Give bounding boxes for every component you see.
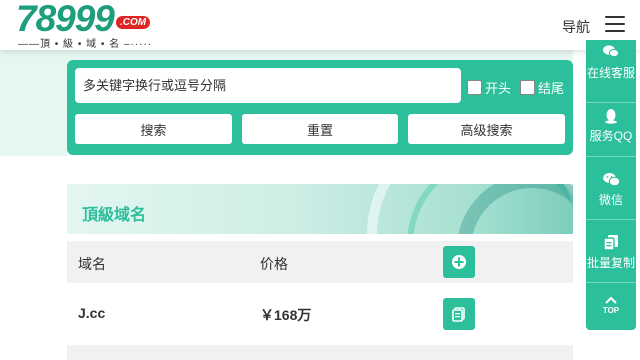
sidebar-item-label: 微信: [598, 193, 623, 207]
sidebar-item-service-qq[interactable]: 服务QQ: [586, 94, 636, 157]
column-header-price: 价格: [260, 256, 288, 272]
advanced-search-button[interactable]: 高级搜索: [408, 114, 565, 144]
table-row: [67, 345, 573, 360]
site-header: 78999 .COM ——頂 • 級 • 域 • 名 –····· 导航: [0, 0, 640, 50]
checkbox-starts-with-label: 开头: [485, 81, 512, 96]
plus-circle-icon: [452, 255, 466, 269]
sidebar-item-bulk-copy[interactable]: 批量复制: [586, 220, 636, 283]
site-logo[interactable]: 78999 .COM ——頂 • 級 • 域 • 名 –·····: [16, 0, 161, 50]
sidebar-item-label: 批量复制: [586, 256, 635, 270]
sidebar-item-label: 在线客服: [586, 66, 635, 80]
copy-icon: [603, 235, 618, 251]
chat-bubble-icon: [603, 45, 619, 58]
checkbox-starts-with-box[interactable]: [467, 80, 482, 95]
logo-tagline: ——頂 • 級 • 域 • 名 –·····: [18, 39, 153, 50]
hamburger-menu-icon[interactable]: [605, 16, 625, 33]
table-header: 域名 价格: [67, 241, 573, 283]
sidebar-item-wechat[interactable]: 微信: [586, 157, 636, 220]
sidebar-item-label: 服务QQ: [589, 129, 633, 143]
copy-icon: [452, 307, 465, 322]
checkbox-starts-with[interactable]: 开头: [467, 78, 511, 97]
qq-penguin-icon: [605, 109, 617, 124]
nav-label[interactable]: 导航: [562, 17, 590, 37]
wechat-icon: [603, 173, 620, 187]
search-input[interactable]: [75, 68, 461, 103]
section-title: 頂級域名: [82, 207, 147, 224]
checkbox-ends-with[interactable]: 结尾: [520, 78, 564, 97]
logo-number: 78999: [16, 0, 115, 39]
logo-suffix: .COM: [116, 16, 151, 29]
chevron-up-icon: [605, 296, 617, 304]
reset-button[interactable]: 重置: [242, 114, 398, 144]
background-tint-left: [0, 50, 67, 156]
checkbox-ends-with-label: 结尾: [538, 81, 565, 96]
copy-domain-button[interactable]: [443, 298, 475, 330]
checkbox-ends-with-box[interactable]: [520, 80, 535, 95]
search-panel: 开头 结尾 搜索 重置 高级搜索: [67, 60, 573, 155]
section-header: 頂級域名: [67, 184, 573, 234]
search-button[interactable]: 搜索: [75, 114, 232, 144]
price-cell: ￥168万: [260, 307, 312, 323]
back-to-top-label: TOP: [602, 306, 620, 315]
back-to-top-button[interactable]: TOP: [586, 283, 636, 330]
column-header-domain: 域名: [78, 256, 106, 272]
floating-sidebar: 在线客服 服务QQ 微信 批量复制 TOP: [586, 40, 636, 330]
add-domain-button[interactable]: [443, 246, 475, 278]
table-row: J.cc ￥168万: [67, 283, 573, 345]
domain-name-cell[interactable]: J.cc: [78, 305, 105, 321]
